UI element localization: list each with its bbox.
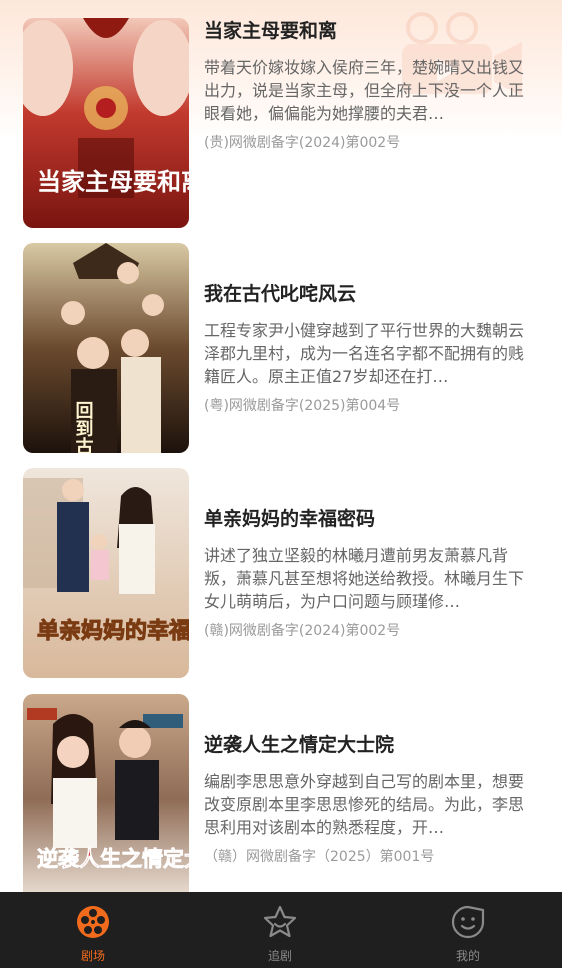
cover-title-text: 当家主母要和离 xyxy=(37,168,189,196)
drama-card[interactable]: 当家主母要和离 当家主母要和离 带着天价嫁妆嫁入侯府三年，楚婉晴又出钱又出力，说… xyxy=(23,18,543,228)
drama-description: 工程专家尹小健穿越到了平行世界的大魏朝云泽郡九里村，成为一名连名字都不配拥有的贱… xyxy=(204,321,525,386)
film-reel-icon xyxy=(77,906,109,938)
drama-license: (赣)网微剧备字(2024)第002号 xyxy=(204,623,401,639)
tab-mine[interactable]: 我的 xyxy=(408,892,528,968)
drama-card[interactable]: 单亲妈妈的幸福密码 单亲妈妈的幸福密码 讲述了独立坚毅的林曦月遭前男友萧慕凡背叛… xyxy=(23,468,543,678)
drama-description: 讲述了独立坚毅的林曦月遭前男友萧慕凡背叛，萧慕凡甚至想将她送给教授。林曦月生下女… xyxy=(204,546,525,611)
star-icon xyxy=(263,905,297,938)
drama-list: 当家主母要和离 当家主母要和离 带着天价嫁妆嫁入侯府三年，楚婉晴又出钱又出力，说… xyxy=(0,0,562,892)
tab-label: 追剧 xyxy=(267,949,292,963)
drama-title[interactable]: 当家主母要和离 xyxy=(204,18,539,44)
cover-image: 单亲妈妈的幸福密码 xyxy=(23,468,189,678)
cover-title-text: 逆袭人生之情定大士院 xyxy=(37,847,189,871)
drama-cover[interactable]: 当家主母要和离 xyxy=(23,18,189,228)
drama-description: 带着天价嫁妆嫁入侯府三年，楚婉晴又出钱又出力，说是当家主母，但全府上下没一个人正… xyxy=(204,58,525,123)
smiley-icon xyxy=(451,905,485,939)
drama-cover[interactable]: 逆袭人生之情定大士院 xyxy=(23,694,189,892)
tab-label: 我的 xyxy=(455,949,480,963)
tab-label: 剧场 xyxy=(80,949,105,963)
drama-cover[interactable]: 回到古代领我去当家 xyxy=(23,243,189,453)
cover-image: 逆袭人生之情定大士院 xyxy=(23,694,189,892)
drama-license: （赣）网微剧备字（2025）第001号 xyxy=(204,849,435,865)
tab-follow[interactable]: 追剧 xyxy=(220,892,340,968)
tab-theater[interactable]: 剧场 xyxy=(33,892,153,968)
cover-title-text: 回到古代领我去当家 xyxy=(73,401,95,453)
drama-title[interactable]: 逆袭人生之情定大士院 xyxy=(204,732,539,758)
drama-title[interactable]: 单亲妈妈的幸福密码 xyxy=(204,506,539,532)
drama-license: (贵)网微剧备字(2024)第002号 xyxy=(204,135,401,151)
cover-image: 当家主母要和离 xyxy=(23,18,189,228)
bottom-tab-bar: 剧场 追剧 我的 xyxy=(0,892,562,968)
drama-card[interactable]: 逆袭人生之情定大士院 逆袭人生之情定大士院 编剧李思思意外穿越到自己写的剧本里，… xyxy=(23,694,543,892)
drama-cover[interactable]: 单亲妈妈的幸福密码 xyxy=(23,468,189,678)
drama-card[interactable]: 回到古代领我去当家 我在古代叱咤风云 工程专家尹小健穿越到了平行世界的大魏朝云泽… xyxy=(23,243,543,453)
drama-license: (粤)网微剧备字(2025)第004号 xyxy=(204,398,401,414)
cover-image: 回到古代领我去当家 xyxy=(23,243,189,453)
drama-title[interactable]: 我在古代叱咤风云 xyxy=(204,281,539,307)
cover-title-text: 单亲妈妈的幸福密码 xyxy=(37,618,189,644)
drama-description: 编剧李思思意外穿越到自己写的剧本里，想要改变原剧本里李思思惨死的结局。为此，李思… xyxy=(204,772,525,837)
